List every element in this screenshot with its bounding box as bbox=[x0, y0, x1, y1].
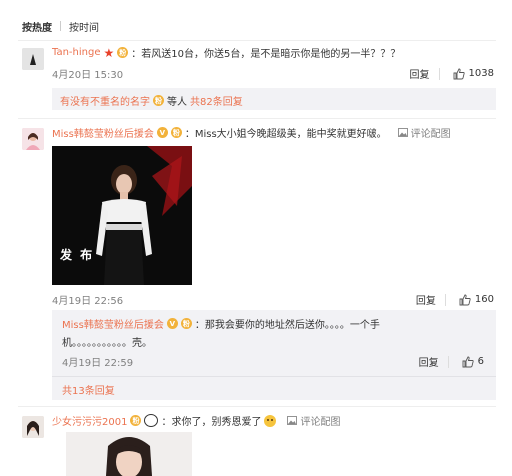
sub-reply-actions: 回复 6 bbox=[419, 354, 484, 369]
sub-reply-header: Miss韩懿莹粉丝后援会 V 粉 ：那我会要你的地址然后送你。。。。一个手 bbox=[62, 316, 380, 331]
fan-badge-icon: 粉 bbox=[153, 95, 164, 106]
divider bbox=[18, 40, 496, 41]
divider bbox=[438, 67, 440, 80]
more-replies-link[interactable]: 共13条回复 bbox=[62, 382, 115, 397]
reply-button[interactable]: 回复 bbox=[416, 292, 436, 307]
comment-pic-link[interactable]: 评论配图 bbox=[397, 125, 451, 140]
comment-1-header: Tan-hinge ★ 粉 ：若风送10台，你送5台，是不是暗示你是他的另一半？… bbox=[52, 45, 401, 61]
comment-3-text: ：求你了，别秀恩爱了 bbox=[161, 417, 262, 428]
reply-preview: 有没有不重名的名字 粉 等人 共82条回复 bbox=[52, 88, 496, 110]
divider bbox=[52, 376, 496, 377]
comment-pic-label: 评论配图 bbox=[410, 129, 451, 140]
comment-1-time: 4月20日 15:30 bbox=[52, 70, 124, 81]
vip-badge-icon: V bbox=[156, 127, 168, 138]
fan-badge-icon: 粉 bbox=[180, 318, 192, 329]
like-button[interactable]: 1038 bbox=[453, 68, 494, 80]
comment-pic-label: 评论配图 bbox=[300, 417, 341, 428]
star-icon: ★ bbox=[103, 45, 115, 60]
portrait-illustration bbox=[66, 432, 192, 476]
comment-1-text: ：若风送10台，你送5台，是不是暗示你是他的另一半？？？ bbox=[131, 49, 401, 60]
sub-reply-text-2: 机。。。。。。。。。。。壳。 bbox=[62, 338, 152, 349]
sub-reply-username[interactable]: Miss韩懿莹粉丝后援会 bbox=[62, 316, 164, 331]
divider bbox=[447, 355, 449, 368]
divider bbox=[444, 293, 446, 306]
fan-badge-icon: 粉 bbox=[170, 127, 182, 138]
comment-3-username[interactable]: 少女污污污2001 bbox=[52, 413, 127, 428]
thumbs-up-icon bbox=[459, 294, 471, 305]
shy-face-icon bbox=[264, 414, 277, 427]
like-button[interactable]: 160 bbox=[459, 294, 494, 306]
avatar[interactable] bbox=[22, 128, 44, 150]
reply-button[interactable]: 回复 bbox=[410, 66, 430, 81]
sub-reply-time: 4月19日 22:59 bbox=[62, 358, 134, 369]
divider bbox=[18, 406, 496, 407]
reply-preview-username[interactable]: 有没有不重名的名字 bbox=[60, 93, 150, 108]
divider bbox=[18, 118, 496, 119]
avatar[interactable] bbox=[22, 416, 44, 438]
fan-badge-icon: 粉 bbox=[130, 415, 142, 426]
comment-1-username[interactable]: Tan-hinge bbox=[52, 47, 100, 58]
comment-2-text: ：Miss大小姐今晚超级美，能中奖就更好啵。 bbox=[184, 129, 387, 140]
sub-reply-box: Miss韩懿莹粉丝后援会 V 粉 ：那我会要你的地址然后送你。。。。一个手 机。… bbox=[52, 310, 496, 400]
fan-badge-icon: 粉 bbox=[117, 47, 129, 58]
performer-illustration bbox=[52, 146, 192, 285]
comment-3-header: 少女污污污2001 粉 ：求你了，别秀恩爱了 评论配图 bbox=[52, 413, 340, 428]
comment-1-actions: 回复 1038 bbox=[410, 66, 494, 81]
comment-pic-link[interactable]: 评论配图 bbox=[287, 413, 340, 428]
comment-2-username[interactable]: Miss韩懿莹粉丝后援会 bbox=[52, 125, 154, 140]
avatar[interactable] bbox=[22, 48, 44, 70]
like-count: 160 bbox=[474, 294, 494, 305]
like-count: 1038 bbox=[468, 68, 494, 79]
reply-preview-line: 有没有不重名的名字 粉 等人 共82条回复 bbox=[60, 93, 243, 108]
like-button[interactable]: 6 bbox=[462, 356, 484, 368]
comment-2-time: 4月19日 22:56 bbox=[52, 296, 124, 307]
reply-preview-middle: 等人 bbox=[167, 97, 187, 108]
photo-caption: 发 布 bbox=[60, 248, 95, 262]
thumbs-up-icon bbox=[453, 68, 465, 79]
tab-sort-time[interactable]: 按时间 bbox=[69, 19, 99, 34]
tab-sort-hot[interactable]: 按热度 bbox=[22, 19, 52, 34]
reply-button[interactable]: 回复 bbox=[419, 354, 439, 369]
sub-reply-text-1: ：那我会要你的地址然后送你。。。。一个手 bbox=[194, 320, 380, 331]
tab-divider bbox=[60, 21, 61, 31]
panda-icon bbox=[144, 414, 159, 427]
image-icon bbox=[397, 128, 408, 137]
vip-badge-icon: V bbox=[166, 318, 178, 329]
comment-photo[interactable]: 发 布 bbox=[52, 146, 192, 285]
comment-2-actions: 回复 160 bbox=[416, 292, 494, 307]
thumbs-up-icon bbox=[462, 356, 474, 367]
reply-count-link[interactable]: 共82条回复 bbox=[190, 93, 243, 108]
image-icon bbox=[287, 416, 298, 425]
comment-2-header: Miss韩懿莹粉丝后援会 V 粉 ：Miss大小姐今晚超级美，能中奖就更好啵。 … bbox=[52, 125, 451, 140]
like-count: 6 bbox=[477, 356, 484, 367]
sort-tabs: 按热度 按时间 bbox=[22, 18, 99, 34]
comment-photo[interactable] bbox=[66, 432, 192, 476]
